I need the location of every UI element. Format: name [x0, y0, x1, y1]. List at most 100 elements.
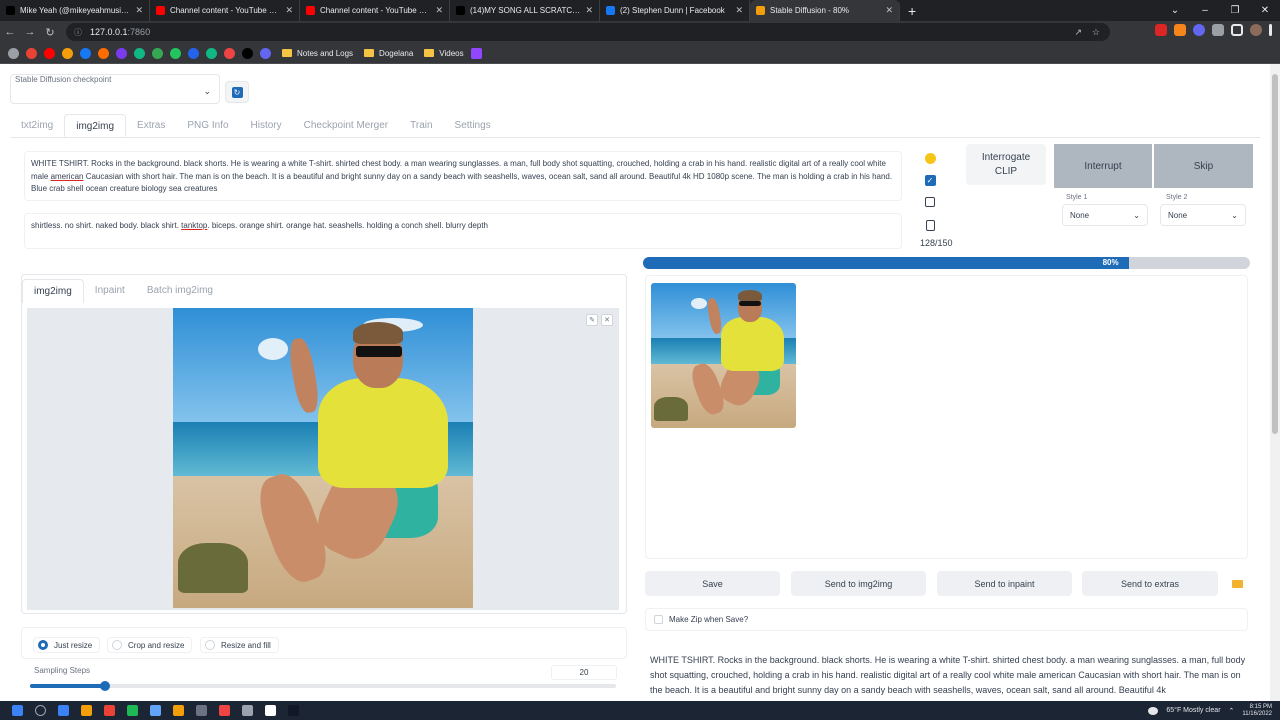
browser-tab[interactable]: Channel content - YouTube Studi ✕: [300, 0, 450, 21]
bookmark-icon[interactable]: [242, 47, 253, 59]
subtab-batch-img2img[interactable]: Batch img2img: [136, 279, 224, 303]
bookmark-folder[interactable]: Videos: [424, 49, 464, 58]
taskbar-app-icon[interactable]: [58, 705, 69, 716]
phantom-extension-icon[interactable]: [1193, 24, 1205, 36]
browser-tab[interactable]: (14)MY SONG ALL SCRATCHED U ✕: [450, 0, 600, 21]
subtab-img2img[interactable]: img2img: [22, 279, 84, 303]
prompt-input[interactable]: WHITE TSHIRT. Rocks in the background. b…: [24, 151, 902, 201]
negative-prompt-input[interactable]: shirtless. no shirt. naked body. black s…: [24, 213, 902, 249]
resize-option-crop-and-resize[interactable]: Crop and resize: [107, 637, 193, 653]
tab-close-icon[interactable]: ✕: [435, 5, 443, 16]
source-image-canvas[interactable]: ✎ ✕: [27, 308, 619, 610]
url-field[interactable]: ⓘ 127.0.0.1:7860 ↗ ☆: [66, 23, 1110, 41]
bookmark-icon[interactable]: [170, 47, 181, 59]
scrollbar-thumb[interactable]: [1272, 74, 1278, 434]
sampling-steps-number[interactable]: 20: [551, 665, 617, 680]
bookmark-folder[interactable]: Dogelana: [364, 49, 413, 58]
bookmark-icon[interactable]: [26, 47, 37, 59]
taskbar-app-icon[interactable]: [219, 705, 230, 716]
bookmark-icon[interactable]: [206, 47, 217, 59]
page-scrollbar[interactable]: [1270, 64, 1280, 701]
tab-close-icon[interactable]: ✕: [585, 5, 593, 16]
refresh-checkpoint-button[interactable]: ↻: [225, 81, 249, 103]
radio-button[interactable]: [205, 640, 215, 650]
tab-img2img[interactable]: img2img: [64, 114, 127, 137]
browser-tab[interactable]: Mike Yeah (@mikeyeahmusic) Ti ✕: [0, 0, 150, 21]
radio-button[interactable]: [38, 640, 48, 650]
bookmark-icon[interactable]: [116, 47, 127, 59]
taskbar-app-icon[interactable]: [173, 705, 184, 716]
browser-tab[interactable]: Stable Diffusion - 80% ✕: [750, 0, 900, 21]
bookmark-icon[interactable]: [8, 47, 19, 59]
output-send-to-img2img-button[interactable]: Send to img2img: [791, 571, 926, 596]
bookmark-icon[interactable]: [80, 47, 91, 59]
taskbar-app-icon[interactable]: [242, 705, 253, 716]
bookmark-icon[interactable]: [188, 47, 199, 59]
radio-button[interactable]: [112, 640, 122, 650]
bookmark-icon[interactable]: [260, 47, 271, 59]
output-send-to-inpaint-button[interactable]: Send to inpaint: [937, 571, 1072, 596]
tab-settings[interactable]: Settings: [444, 114, 502, 137]
reload-icon[interactable]: ↻: [40, 26, 60, 39]
close-window-icon[interactable]: ✕: [1250, 0, 1280, 21]
output-send-to-extras-button[interactable]: Send to extras: [1082, 571, 1218, 596]
minimize-icon[interactable]: –: [1190, 0, 1220, 21]
twitch-bookmark-icon[interactable]: [470, 47, 482, 59]
taskbar-app-icon[interactable]: [196, 705, 207, 716]
interrogate-clip-button[interactable]: Interrogate CLIP: [966, 144, 1046, 185]
share-icon[interactable]: ↗: [1074, 27, 1082, 38]
style2-select[interactable]: None ⌄: [1160, 204, 1246, 226]
weather-icon[interactable]: [1148, 706, 1159, 715]
resize-option-resize-and-fill[interactable]: Resize and fill: [200, 637, 279, 653]
tab-search-icon[interactable]: ⌄: [1160, 0, 1190, 21]
apply-style-icon[interactable]: ✓: [924, 174, 936, 186]
edit-pencil-icon[interactable]: ✎: [586, 314, 598, 326]
skip-button[interactable]: Skip: [1154, 144, 1253, 188]
metamask-extension-icon[interactable]: [1174, 24, 1186, 36]
bookmark-folder[interactable]: Notes and Logs: [282, 49, 353, 58]
tab-history[interactable]: History: [240, 114, 293, 137]
bookmark-icon[interactable]: [62, 47, 73, 59]
taskbar-app-icon[interactable]: [81, 705, 92, 716]
bookmark-icon[interactable]: [134, 47, 145, 59]
browser-tab[interactable]: (2) Stephen Dunn | Facebook ✕: [600, 0, 750, 21]
windows-start-icon[interactable]: [12, 705, 23, 716]
forward-icon[interactable]: →: [20, 26, 40, 38]
back-icon[interactable]: ←: [0, 26, 20, 38]
output-image-thumbnail[interactable]: [651, 283, 796, 428]
profile-avatar-icon[interactable]: [1250, 24, 1262, 36]
paste-prompt-icon[interactable]: [924, 152, 936, 164]
resize-option-just-resize[interactable]: Just resize: [33, 637, 101, 653]
menu-kebab-icon[interactable]: [1269, 24, 1272, 36]
search-icon[interactable]: [35, 705, 46, 716]
weather-text[interactable]: 65°F Mostly clear: [1166, 707, 1220, 714]
sampling-steps-slider[interactable]: [30, 681, 616, 691]
tab-close-icon[interactable]: ✕: [135, 5, 143, 16]
adblock-extension-icon[interactable]: [1155, 24, 1167, 36]
clock[interactable]: 8:15 PM 11/16/2022: [1242, 704, 1272, 718]
interrupt-button[interactable]: Interrupt: [1054, 144, 1152, 188]
taskbar-app-icon[interactable]: [104, 705, 115, 716]
open-folder-button[interactable]: [1226, 571, 1248, 596]
close-icon[interactable]: ✕: [601, 314, 613, 326]
subtab-inpaint[interactable]: Inpaint: [84, 279, 136, 303]
puzzle-extensions-icon[interactable]: [1212, 24, 1224, 36]
tab-png-info[interactable]: PNG Info: [176, 114, 239, 137]
tab-close-icon[interactable]: ✕: [885, 5, 893, 16]
taskbar-app-icon[interactable]: [265, 705, 276, 716]
tab-train[interactable]: Train: [399, 114, 443, 137]
tray-chevron-icon[interactable]: ⌃: [1229, 707, 1235, 715]
taskbar-app-icon[interactable]: [288, 705, 299, 716]
info-icon[interactable]: ⓘ: [74, 27, 82, 38]
bookmark-icon[interactable]: [152, 47, 163, 59]
output-save-button[interactable]: Save: [645, 571, 780, 596]
browser-tab[interactable]: Channel content - YouTube Studi ✕: [150, 0, 300, 21]
tab-checkpoint-merger[interactable]: Checkpoint Merger: [293, 114, 399, 137]
save-style-icon[interactable]: [924, 196, 936, 208]
bookmark-star-icon[interactable]: ☆: [1092, 27, 1100, 38]
tab-txt2img[interactable]: txt2img: [10, 114, 64, 137]
taskbar-app-icon[interactable]: [127, 705, 138, 716]
bookmark-icon[interactable]: [224, 47, 235, 59]
side-panel-icon[interactable]: [1231, 24, 1243, 36]
clipboard-icon[interactable]: [924, 219, 936, 231]
